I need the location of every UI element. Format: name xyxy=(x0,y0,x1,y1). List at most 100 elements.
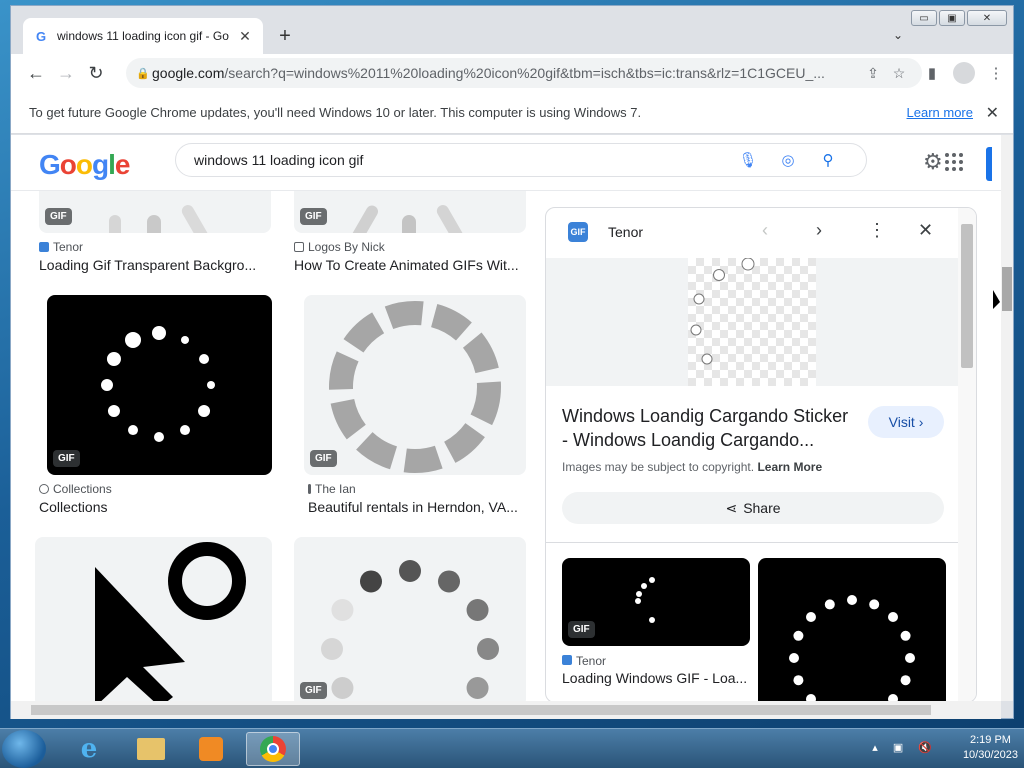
gif-badge: GIF xyxy=(45,208,72,225)
chrome-menu-icon[interactable]: ⋮ xyxy=(985,64,1007,82)
address-bar[interactable]: 🔒 google.com /search?q=windows%2011%20lo… xyxy=(126,58,922,88)
result-title[interactable]: Collections xyxy=(39,499,263,515)
page-horizontal-scrollbar[interactable] xyxy=(11,701,1001,719)
result-title[interactable]: Beautiful rentals in Herndon, VA... xyxy=(308,499,532,515)
panel-scrollbar-thumb[interactable] xyxy=(961,224,973,368)
tab-close-icon[interactable]: ✕ xyxy=(237,28,253,45)
page-scrollbar-thumb[interactable] xyxy=(1002,267,1012,311)
spinner-dot xyxy=(198,405,211,417)
gif-badge: GIF xyxy=(300,682,327,699)
url-host: google.com xyxy=(152,65,225,81)
bookmark-star-icon[interactable]: ☆ xyxy=(886,65,912,82)
learn-more-link[interactable]: Learn more xyxy=(907,105,973,120)
spinner-dot xyxy=(900,630,911,641)
lock-icon[interactable]: 🔒 xyxy=(136,67,152,80)
start-button[interactable] xyxy=(2,730,46,768)
related-image[interactable] xyxy=(758,558,946,701)
side-panel-icon[interactable]: ▮ xyxy=(921,64,943,82)
result-title[interactable]: Loading Gif Transparent Backgro... xyxy=(39,257,263,273)
spinner-dot xyxy=(106,352,121,366)
infobar-close-icon[interactable]: ✕ xyxy=(986,103,999,123)
next-image-icon[interactable]: › xyxy=(816,220,822,241)
panel-source[interactable]: Tenor xyxy=(608,224,643,240)
tab-search-icon[interactable]: ⌄ xyxy=(893,28,903,42)
tab-google-search[interactable]: G windows 11 loading icon gif - Go ✕ xyxy=(23,18,263,54)
result-thumbnail[interactable]: GIF xyxy=(47,295,272,475)
taskbar: e ▴ ▣ 🔇 2:19 PM 10/30/2023 xyxy=(0,728,1024,768)
gif-badge: GIF xyxy=(310,450,337,467)
browser-toolbar: ← → ↻ 🔒 google.com /search?q=windows%201… xyxy=(11,54,1013,92)
panel-preview-image[interactable] xyxy=(546,257,960,386)
spinner-dot xyxy=(805,694,816,701)
url-path: /search?q=windows%2011%20loading%20icon%… xyxy=(224,65,825,81)
logo-letter: G xyxy=(39,149,61,180)
logo-letter: e xyxy=(114,149,131,180)
related-image[interactable]: GIF xyxy=(562,558,750,646)
clock-date: 10/30/2023 xyxy=(962,749,1018,761)
spinner-dot xyxy=(888,694,899,701)
profile-avatar[interactable] xyxy=(953,62,975,84)
lens-search-icon[interactable]: ◎ xyxy=(768,151,808,169)
chrome-taskbar-icon[interactable] xyxy=(246,732,300,766)
mouse-cursor xyxy=(993,290,1000,309)
infobar-message: To get future Google Chrome updates, you… xyxy=(29,105,642,120)
gif-badge: GIF xyxy=(53,450,80,467)
logo-letter: g xyxy=(92,149,109,180)
result-title[interactable]: How To Create Animated GIFs Wit... xyxy=(294,257,518,273)
system-tray-icons[interactable]: ▴ ▣ 🔇 xyxy=(872,741,938,754)
spinner-dot xyxy=(466,599,489,621)
spinner-dot xyxy=(805,611,816,622)
tenor-logo: GIF xyxy=(568,222,588,242)
more-options-icon[interactable]: ⋮ xyxy=(868,220,886,241)
spinner-dot xyxy=(360,570,382,593)
close-window-button[interactable]: ✕ xyxy=(967,10,1007,26)
spinner-dot xyxy=(154,432,164,442)
sign-in-button-edge[interactable] xyxy=(986,147,992,181)
result-thumbnail[interactable] xyxy=(35,537,272,701)
internet-explorer-taskbar-icon[interactable]: e xyxy=(62,732,116,766)
close-panel-icon[interactable]: ✕ xyxy=(918,220,933,241)
spinner-dot xyxy=(793,630,804,641)
visit-button[interactable]: Visit › xyxy=(868,406,944,438)
media-player-taskbar-icon[interactable] xyxy=(184,732,238,766)
logo-letter: l xyxy=(108,149,116,180)
copyright-learn-more-link[interactable]: Learn More xyxy=(757,460,822,474)
tab-strip: G windows 11 loading icon gif - Go ✕ + ⌄… xyxy=(11,6,1013,54)
voice-search-icon[interactable]: 🎙 xyxy=(728,151,768,169)
spinner-dot xyxy=(107,405,120,417)
back-button[interactable]: ← xyxy=(21,63,51,84)
new-tab-button[interactable]: + xyxy=(275,26,295,46)
taskbar-clock[interactable]: 2:19 PM 10/30/2023 xyxy=(963,733,1018,763)
share-button[interactable]: ⋖ Share xyxy=(562,492,944,524)
related-title[interactable]: Loading Windows GIF - Loa... xyxy=(562,670,748,686)
panel-scrollbar[interactable] xyxy=(958,208,976,701)
gif-badge: GIF xyxy=(568,621,595,638)
forward-button[interactable]: → xyxy=(51,63,81,84)
gradient-dots-spinner-image xyxy=(321,560,499,699)
spinner-dot xyxy=(321,638,343,660)
result-thumbnail[interactable]: GIF xyxy=(304,295,526,475)
search-input[interactable]: windows 11 loading icon gif xyxy=(194,152,728,168)
spinner-dot xyxy=(207,381,215,389)
chrome-window: G windows 11 loading icon gif - Go ✕ + ⌄… xyxy=(10,5,1014,719)
result-thumbnail[interactable]: GIF xyxy=(294,537,526,701)
spinner-dot xyxy=(466,677,489,699)
result-source: Collections xyxy=(39,482,112,496)
reload-button[interactable]: ↻ xyxy=(81,63,111,84)
spinner-dot xyxy=(793,675,804,686)
maximize-button[interactable]: ▣ xyxy=(939,10,965,26)
horizontal-scrollbar-thumb[interactable] xyxy=(31,705,931,715)
share-icon[interactable]: ⇪ xyxy=(860,65,886,82)
search-box[interactable]: windows 11 loading icon gif 🎙 ◎ ⚲ xyxy=(175,143,867,177)
minimize-button[interactable]: ▭ xyxy=(911,10,937,26)
page-vertical-scrollbar[interactable] xyxy=(1001,135,1013,701)
google-apps-icon[interactable] xyxy=(945,153,963,171)
previous-image-icon[interactable]: ‹ xyxy=(762,220,768,241)
spinner-dot xyxy=(888,611,899,622)
panel-title[interactable]: Windows Loandig Cargando Sticker - Windo… xyxy=(562,404,852,452)
search-icon[interactable]: ⚲ xyxy=(808,151,848,169)
google-logo[interactable]: Google xyxy=(39,149,131,181)
settings-gear-icon[interactable]: ⚙ xyxy=(923,149,943,175)
file-explorer-taskbar-icon[interactable] xyxy=(124,732,178,766)
spinner-dot xyxy=(331,599,354,621)
